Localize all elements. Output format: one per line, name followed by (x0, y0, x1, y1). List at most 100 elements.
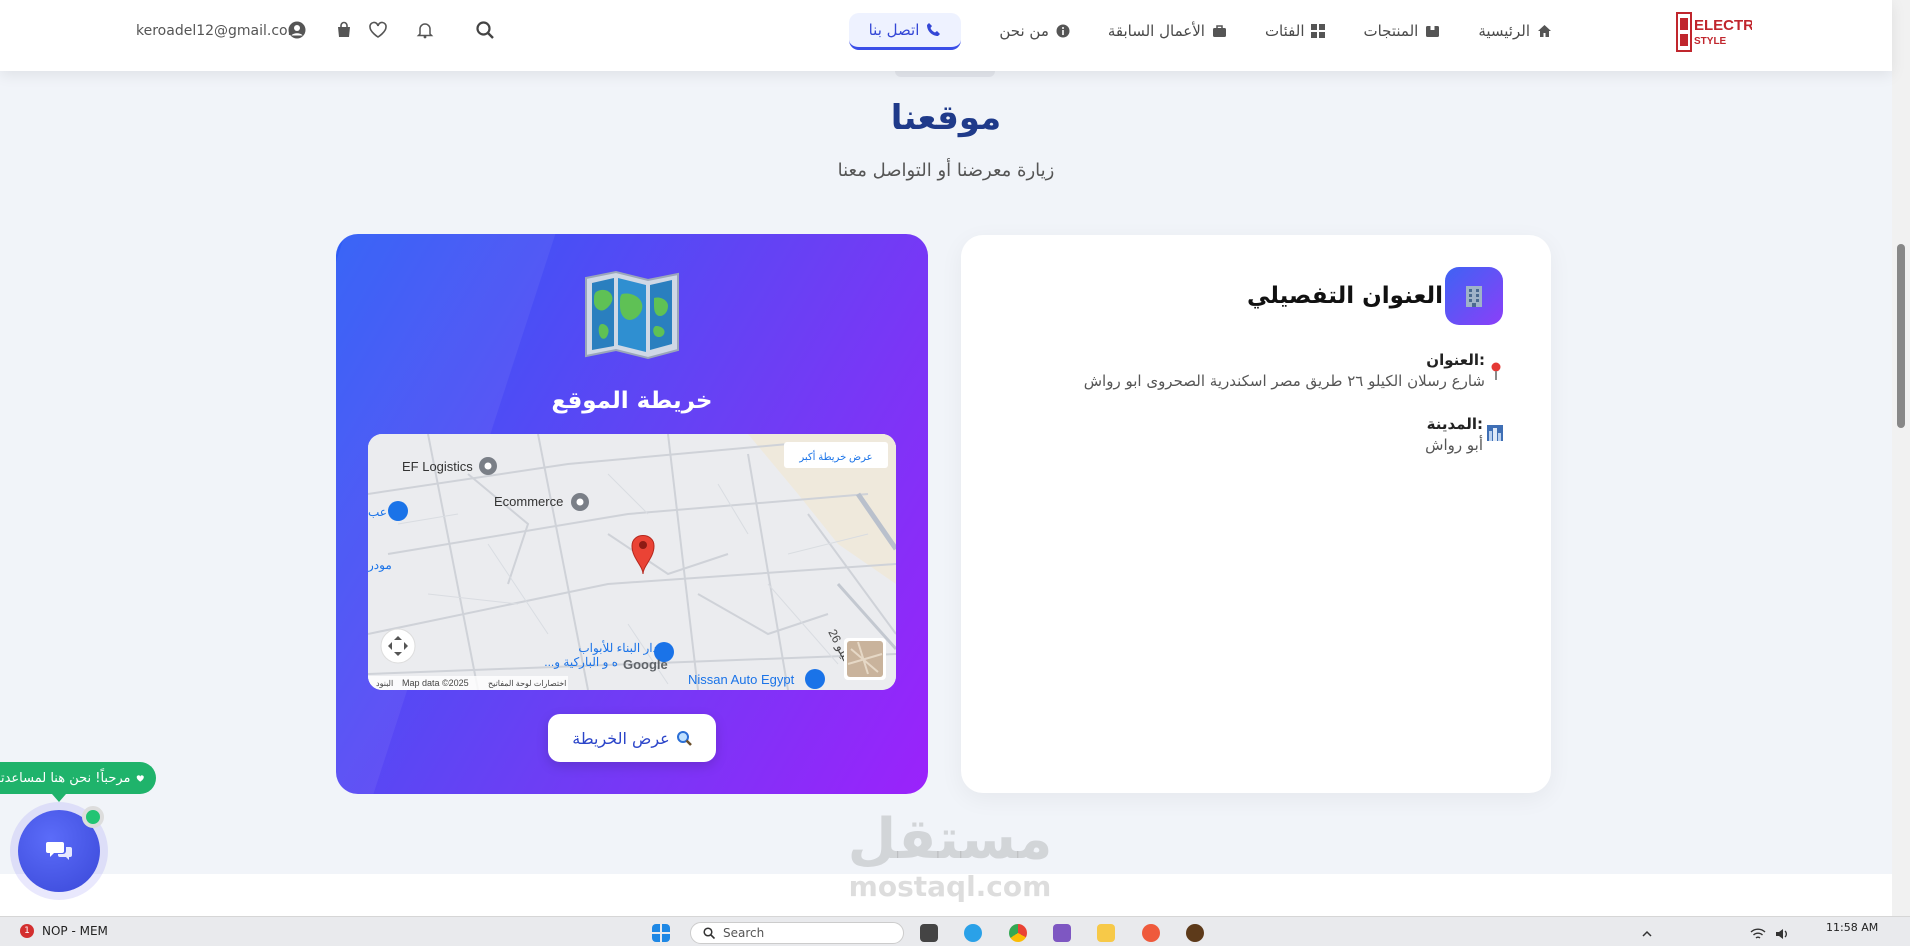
bell-icon[interactable] (414, 19, 436, 41)
home-icon (1538, 25, 1551, 37)
online-status-dot (82, 806, 104, 828)
map-place-ecommerce[interactable]: Ecommerce (494, 494, 563, 509)
volume-icon[interactable] (1774, 926, 1790, 940)
map-place-ef-logistics[interactable]: EF Logistics (402, 459, 473, 474)
address-card-title: العنوان التفصيلي (1246, 283, 1443, 309)
chat-greeting-bubble[interactable]: مرحباً! نحن هنا لمساعدتك (0, 762, 156, 794)
nav-about-label: من نحن (999, 22, 1049, 40)
user-icon[interactable] (286, 19, 308, 41)
brand-logo-top: ELECTRO (1694, 17, 1752, 34)
map-card-title: خريطة الموقع (551, 388, 713, 414)
visual-studio-icon[interactable] (1053, 924, 1071, 942)
main-nav: الرئيسية المنتجات الفئات الأعمال السابقة… (848, 12, 1552, 50)
taskbar-app-indicator[interactable]: 1 NOP - MEM (20, 924, 108, 938)
map-place-marker-dot (484, 462, 492, 470)
nav-previous-work[interactable]: الأعمال السابقة (1108, 22, 1227, 40)
navbar: keroadel12@gmail.com الرئيسية المنتجات ا… (0, 0, 1892, 71)
map-terms[interactable]: البنود (376, 679, 393, 688)
city-row: المدينة: أبو رواش (1425, 415, 1503, 454)
taskbar-clock[interactable]: 11:58 AM (1826, 921, 1878, 934)
nav-products[interactable]: المنتجات (1363, 22, 1440, 40)
map-place-partial-modern: مودر (368, 558, 392, 572)
briefcase-icon (1212, 25, 1226, 37)
nav-contact[interactable]: اتصل بنا (848, 12, 962, 50)
user-email[interactable]: keroadel12@gmail.com (136, 23, 301, 39)
section-title: موقعنا (890, 98, 1002, 138)
notification-badge: 1 (20, 924, 34, 938)
map-place-partial-left: عب (368, 505, 387, 519)
nav-home[interactable]: الرئيسية (1478, 22, 1552, 40)
chat-greeting-text: مرحباً! نحن هنا لمساعدتك (0, 770, 131, 786)
git-icon[interactable] (1142, 924, 1160, 942)
info-icon (1056, 24, 1070, 38)
city-value: أبو رواش (1425, 436, 1483, 454)
watermark: مستقل mostaql.com (830, 808, 1070, 902)
brand-logo-bottom: STYLE (1694, 36, 1727, 47)
fullscreen-toggle[interactable] (380, 628, 416, 664)
wifi-icon[interactable] (1750, 926, 1766, 940)
section-subtitle: زيارة معرضنا أو التواصل معنا (837, 160, 1055, 181)
view-map-button[interactable]: عرض الخريطة (548, 714, 716, 762)
map-card: خريطة الموقع 26 عرض خريطة أكبر EF Logist… (336, 234, 928, 794)
phone-icon (927, 23, 941, 36)
map-place-marker-dot (576, 498, 584, 506)
nav-about[interactable]: من نحن (999, 22, 1070, 40)
magnifier-icon (676, 731, 692, 746)
map-larger-link[interactable]: عرض خريطة أكبر (798, 450, 872, 463)
city-row-text: المدينة: أبو رواش (1425, 415, 1483, 454)
task-view-icon[interactable] (920, 924, 938, 942)
taskbar-search-placeholder: Search (723, 926, 765, 940)
edge-icon[interactable] (964, 924, 982, 942)
nav-previous-work-label: الأعمال السابقة (1107, 22, 1205, 40)
app-icon[interactable] (1186, 924, 1204, 942)
brand-logo[interactable]: ELECTRO STYLE (1676, 12, 1766, 52)
watermark-arabic: مستقل (847, 807, 1053, 872)
address-row-text: العنوان: شارع رسلان الكيلو ٢٦ طريق مصر ا… (1084, 351, 1485, 390)
pin-icon (1491, 362, 1501, 380)
address-value: شارع رسلان الكيلو ٢٦ طريق مصر اسكندرية ا… (1083, 372, 1485, 390)
shopping-bag-icon[interactable] (333, 19, 355, 41)
map-shop-marker[interactable] (805, 669, 825, 689)
search-icon[interactable] (474, 19, 496, 41)
chat-greeting-tip (52, 794, 66, 802)
city-icon (1487, 425, 1503, 441)
map-place-doors-2: ...ه و الباركية و (544, 655, 618, 669)
search-icon (703, 927, 715, 939)
address-card-header: العنوان التفصيلي (1247, 267, 1503, 325)
view-map-button-label: عرض الخريطة (572, 728, 670, 748)
file-explorer-icon[interactable] (1097, 924, 1115, 942)
os-taskbar: 1 NOP - MEM Search 11:58 AM (0, 916, 1910, 946)
address-label: العنوان: (1426, 351, 1485, 369)
nav-categories[interactable]: الفئات (1265, 22, 1326, 40)
grid-icon (1311, 24, 1326, 38)
taskbar-app-label: NOP - MEM (42, 924, 108, 938)
map-shop-marker[interactable] (388, 501, 408, 521)
taskbar-search[interactable]: Search (690, 922, 904, 944)
city-label: المدينة: (1426, 415, 1483, 433)
scrollbar-thumb[interactable] (1897, 244, 1905, 428)
nav-home-label: الرئيسية (1478, 22, 1530, 40)
map-place-doors[interactable]: دار البناء للأبواب (578, 640, 658, 655)
google-logo: Google (623, 657, 668, 672)
nav-products-label: المنتجات (1363, 22, 1419, 40)
chevron-up-icon[interactable] (1640, 926, 1654, 940)
nav-categories-label: الفئات (1264, 22, 1305, 40)
map-attribution: Map data ©2025 (402, 678, 469, 688)
building-icon (1445, 267, 1503, 325)
address-row: العنوان: شارع رسلان الكيلو ٢٦ طريق مصر ا… (1084, 351, 1503, 390)
windows-start-icon[interactable] (652, 924, 670, 942)
embedded-map[interactable]: الكيلو 26 عرض خريطة أكبر EF Logistics Ec… (368, 434, 896, 690)
chrome-icon[interactable] (1009, 924, 1027, 942)
address-card: العنوان التفصيلي العنوان: شارع رسلان الك… (961, 235, 1551, 793)
world-map-icon (582, 270, 682, 360)
heart-icon[interactable] (367, 19, 389, 41)
map-keyboard-shortcuts[interactable]: اختصارات لوحة المفاتيح (488, 679, 566, 688)
map-place-nissan[interactable]: Nissan Auto Egypt (688, 672, 795, 687)
decorative-nub (895, 71, 995, 77)
box-icon (1426, 26, 1440, 37)
nav-contact-label: اتصل بنا (868, 20, 920, 39)
watermark-english: mostaql.com (848, 870, 1052, 903)
chat-icon (46, 842, 72, 860)
heart-small-icon (136, 774, 144, 782)
page-scrollbar[interactable] (1892, 0, 1910, 916)
